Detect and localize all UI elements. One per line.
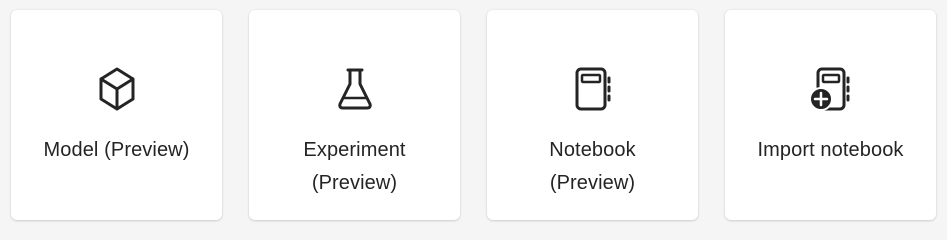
card-label: Import notebook <box>733 134 928 167</box>
model-preview-card[interactable]: Model (Preview) <box>11 10 222 220</box>
notebook-icon <box>570 66 616 112</box>
card-label-line1: Import notebook <box>757 139 904 161</box>
card-label: Experiment (Preview) <box>257 134 452 200</box>
card-label-line1: Notebook <box>549 139 636 161</box>
experiment-preview-card[interactable]: Experiment (Preview) <box>249 10 460 220</box>
create-item-cards: Model (Preview) Experiment (Preview) Not <box>0 0 947 227</box>
cube-icon <box>94 66 140 112</box>
card-label-line1: Model (Preview) <box>43 139 190 161</box>
import-notebook-card[interactable]: Import notebook <box>725 10 936 220</box>
card-label: Model (Preview) <box>19 134 214 167</box>
card-label-line2: (Preview) <box>549 172 636 194</box>
card-label: Notebook (Preview) <box>495 134 690 200</box>
flask-icon <box>332 66 378 112</box>
notebook-add-icon <box>808 66 854 112</box>
notebook-preview-card[interactable]: Notebook (Preview) <box>487 10 698 220</box>
card-label-line2: (Preview) <box>311 172 398 194</box>
card-label-line1: Experiment <box>303 139 406 161</box>
